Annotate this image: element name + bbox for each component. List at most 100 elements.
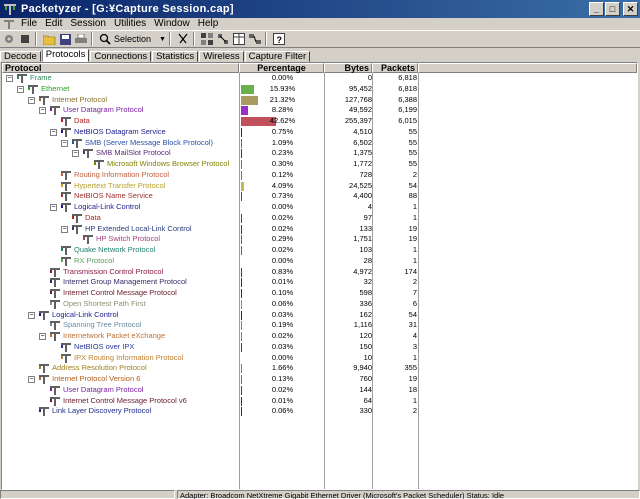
menu-window[interactable]: Window <box>150 18 194 30</box>
table-row[interactable]: Routing Information Protocol 0.12% 728 2 <box>2 170 637 181</box>
column-header-percentage[interactable]: Percentage <box>239 63 324 73</box>
table-row[interactable]: NetBIOS Name Service 0.73% 4,400 88 <box>2 191 637 202</box>
table-row[interactable]: − User Datagram Protocol 8.28% 49,592 6,199 <box>2 105 637 116</box>
help-button[interactable]: ? <box>272 32 286 46</box>
nodes-button[interactable] <box>216 32 230 46</box>
title-bar: Packetyzer - [G:¥Capture Session.cap] _ … <box>0 0 640 18</box>
capture-start-button[interactable] <box>2 32 16 46</box>
table-row[interactable]: − Frame 0.00% 0 6,818 <box>2 73 637 84</box>
find-button[interactable] <box>98 32 112 46</box>
table-row[interactable]: RX Protocol 0.00% 28 1 <box>2 256 637 267</box>
tab-decode[interactable]: Decode <box>0 51 41 62</box>
print-button[interactable] <box>74 32 88 46</box>
table-row[interactable]: Transmission Control Protocol 0.83% 4,972 1… <box>2 267 637 278</box>
tab-wireless[interactable]: Wireless <box>199 51 244 62</box>
protocol-icon <box>61 170 71 180</box>
column-header-bytes[interactable]: Bytes <box>324 63 372 73</box>
tab-connections[interactable]: Connections <box>90 51 152 62</box>
column-header-packets[interactable]: Packets <box>372 63 418 73</box>
save-button[interactable] <box>58 32 72 46</box>
close-button[interactable]: ✕ <box>623 2 638 16</box>
protocol-name: NetBIOS over IPX <box>74 341 135 351</box>
table-row[interactable]: − Logical-Link Control 0.00% 4 1 <box>2 202 637 213</box>
stats-button[interactable] <box>232 32 246 46</box>
menu-edit[interactable]: Edit <box>41 18 66 30</box>
bytes-value: 64 <box>363 395 372 405</box>
tab-statistics[interactable]: Statistics <box>152 51 199 62</box>
bytes-value: 162 <box>359 309 372 319</box>
table-row[interactable]: HP Switch Protocol 0.29% 1,751 19 <box>2 234 637 245</box>
selection-dropdown[interactable]: Selection ▼ <box>114 34 166 44</box>
folder-icon <box>42 35 55 45</box>
collapse-toggle-icon[interactable]: − <box>28 376 35 383</box>
tab-protocols[interactable]: Protocols <box>41 49 90 62</box>
table-row[interactable]: Link Layer Discovery Protocol 0.06% 330 2 <box>2 406 637 417</box>
capture-stop-button[interactable] <box>18 32 32 46</box>
menu-session[interactable]: Session <box>66 18 110 30</box>
packets-value: 2 <box>412 277 417 287</box>
collapse-toggle-icon[interactable]: − <box>39 333 46 340</box>
cut-button[interactable] <box>176 32 190 46</box>
percentage-value: 1.66% <box>271 363 294 373</box>
menu-help[interactable]: Help <box>194 18 223 30</box>
table-row[interactable]: Internet Group Management Protocol 0.01% 3… <box>2 277 637 288</box>
table-row[interactable]: Internet Control Message Protocol v6 0.01… <box>2 396 637 407</box>
collapse-toggle-icon[interactable]: − <box>50 204 57 211</box>
table-row[interactable]: NetBIOS over IPX 0.03% 150 3 <box>2 342 637 353</box>
table-row[interactable]: Microsoft Windows Browser Protocol 0.30% 1… <box>2 159 637 170</box>
nodes-icon <box>217 34 228 44</box>
document-icon[interactable] <box>3 19 15 30</box>
packets-value: 2 <box>412 169 417 179</box>
collapse-toggle-icon[interactable]: − <box>61 225 68 233</box>
filter-button[interactable] <box>200 32 214 46</box>
collapse-toggle-icon[interactable]: − <box>28 96 35 104</box>
open-button[interactable] <box>42 32 56 46</box>
table-row[interactable]: Quake Network Protocol 0.02% 103 1 <box>2 245 637 256</box>
protocol-table: Protocol Percentage Bytes Packets − Frame… <box>1 62 638 490</box>
table-row[interactable]: Open Shortest Path First 0.06% 336 6 <box>2 299 637 310</box>
floppy-icon <box>59 33 71 45</box>
dropdown-arrow-icon: ▼ <box>159 35 166 43</box>
packets-value: 6,388 <box>398 94 417 104</box>
collapse-toggle-icon[interactable]: − <box>17 85 24 93</box>
packets-value: 6,199 <box>398 105 417 115</box>
table-row[interactable]: IPX Routing Information Protocol 0.00% 10 1 <box>2 353 637 364</box>
network-icon <box>248 34 261 44</box>
packets-value: 88 <box>408 191 417 201</box>
table-row[interactable]: − Logical-Link Control 0.03% 162 54 <box>2 310 637 321</box>
collapse-toggle-icon[interactable]: − <box>61 139 68 147</box>
table-row[interactable]: Internet Control Message Protocol 0.10% 59… <box>2 288 637 299</box>
table-row[interactable]: Spanning Tree Protocol 0.19% 1,116 31 <box>2 320 637 331</box>
collapse-toggle-icon[interactable]: − <box>72 150 79 158</box>
tab-capture-filter[interactable]: Capture Filter <box>244 51 311 62</box>
menu-file[interactable]: File <box>17 18 41 30</box>
collapse-toggle-icon[interactable]: − <box>28 311 35 319</box>
minimize-button[interactable]: _ <box>589 2 604 16</box>
collapse-toggle-icon[interactable]: − <box>50 128 57 136</box>
table-row[interactable]: − SMB MailSlot Protocol 0.23% 1,375 55 <box>2 148 637 159</box>
maximize-button[interactable]: □ <box>605 2 620 16</box>
protocol-icon <box>72 224 82 234</box>
menu-utilities[interactable]: Utilities <box>110 18 150 30</box>
protocol-name: NetBIOS Name Service <box>74 191 153 201</box>
table-row[interactable]: − HP Extended Local-Link Control 0.02% 133 1… <box>2 224 637 235</box>
table-row[interactable]: Hypertext Transfer Protocol 4.09% 24,525 54 <box>2 181 637 192</box>
table-row[interactable]: Address Resolution Protocol 1.66% 9,940 355 <box>2 363 637 374</box>
collapse-toggle-icon[interactable]: − <box>39 107 46 115</box>
table-row[interactable]: − Internetwork Packet eXchange 0.02% 120 4 <box>2 331 637 342</box>
packets-value: 1 <box>412 245 417 254</box>
table-row[interactable]: − Internet Protocol Version 6 0.13% 760 19 <box>2 374 637 385</box>
bytes-value: 127,768 <box>344 94 372 104</box>
table-row[interactable]: − SMB (Server Message Block Protocol) 1.09… <box>2 138 637 149</box>
table-row[interactable]: Data 0.02% 97 1 <box>2 213 637 224</box>
connections-button[interactable] <box>248 32 262 46</box>
table-row[interactable]: − NetBIOS Datagram Service 0.75% 4,510 55 <box>2 127 637 138</box>
protocol-icon <box>28 84 38 94</box>
column-header-protocol[interactable]: Protocol <box>2 63 239 73</box>
table-row[interactable]: Data 42.62% 255,397 6,015 <box>2 116 637 127</box>
table-row[interactable]: User Datagram Protocol 0.02% 144 18 <box>2 385 637 396</box>
percentage-value: 0.29% <box>271 234 294 244</box>
table-row[interactable]: − Internet Protocol 21.32% 127,768 6,388 <box>2 95 637 106</box>
collapse-toggle-icon[interactable]: − <box>6 75 13 82</box>
table-row[interactable]: − Ethernet 15.93% 95,452 6,818 <box>2 84 637 95</box>
